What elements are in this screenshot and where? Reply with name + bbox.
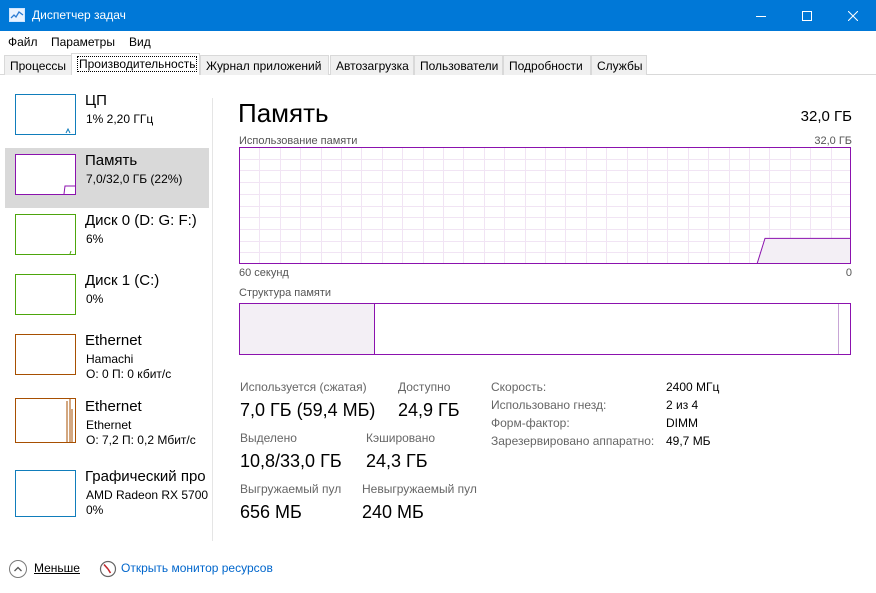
speed-value: 2400 МГц [666,380,720,394]
in-use-value: 7,0 ГБ (59,4 МБ) [240,400,376,420]
disk1-thumbnail-graph [15,274,76,315]
hardware-reserved-value: 49,7 МБ [666,434,711,448]
tab-app-history-label: Журнал приложений [206,59,322,73]
sidebar-item-name: Память [85,152,138,169]
tab-performance-label: Производительность [77,56,198,72]
committed-label: Выделено [240,431,297,445]
sidebar-item-cpu[interactable]: ЦП 1% 2,20 ГГц [5,88,209,148]
sidebar-item-gpu[interactable]: Графический про AMD Radeon RX 5700 0% [5,464,209,524]
sidebar-item-detail: Hamachi [86,352,134,366]
sidebar-item-name: Графический про [85,468,206,485]
sidebar-item-detail: AMD Radeon RX 5700 [86,488,209,502]
open-resource-monitor-link[interactable]: Открыть монитор ресурсов [121,561,273,575]
memory-composition-bar[interactable] [239,303,851,355]
sidebar-item-throughput: О: 0 П: 0 кбит/с [86,367,172,381]
chevron-up-icon [14,566,22,572]
tab-performance[interactable]: Производительность [71,53,200,75]
tab-users[interactable]: Пользователи [414,55,503,75]
minimize-icon [756,15,766,17]
slots-used-value: 2 из 4 [666,398,699,412]
memory-usage-chart [239,147,851,264]
menu-bar: Файл Параметры Вид [0,31,876,53]
close-button[interactable] [830,0,876,31]
usage-chart-max-label: 32,0 ГБ [814,135,852,147]
menu-options[interactable]: Параметры [51,35,115,49]
tab-details[interactable]: Подробности [503,55,591,75]
usage-chart-x-right-label: 0 [845,267,852,279]
window-title: Диспетчер задач [32,8,126,22]
task-manager-icon [9,8,25,22]
close-icon [848,10,858,21]
usage-chart-label: Использование памяти [239,135,358,147]
sidebar-item-detail: 7,0/32,0 ГБ (22%) [86,172,183,186]
sidebar-item-name: ЦП [85,92,107,109]
cached-label: Кэшировано [366,431,436,445]
sidebar-item-name: Диск 1 (C:) [85,272,160,289]
sidebar-item-detail: 1% 2,20 ГГц [86,112,154,126]
speed-label: Скорость: [491,380,547,394]
sidebar-item-name: Диск 0 (D: G: F:) [85,212,197,229]
page-title: Память [238,98,329,128]
available-value: 24,9 ГБ [398,400,460,420]
sidebar-item-memory[interactable]: Память 7,0/32,0 ГБ (22%) [5,148,209,208]
structure-label: Структура памяти [239,287,332,299]
form-factor-value: DIMM [666,416,698,430]
disk0-thumbnail-graph [15,214,76,255]
hardware-reserved-label: Зарезервировано аппаратно: [491,434,655,448]
sidebar-item-disk1[interactable]: Диск 1 (C:) 0% [5,268,209,328]
paged-pool-value: 656 МБ [240,502,302,522]
gpu-thumbnail-graph [15,470,76,517]
menu-view[interactable]: Вид [129,35,151,49]
committed-value: 10,8/33,0 ГБ [240,451,342,471]
tab-bar: Процессы Производительность Журнал прило… [0,53,876,75]
sidebar-item-detail: 0% [86,292,104,306]
sidebar-item-name: Ethernet [85,332,142,349]
memory-thumbnail-graph [15,154,76,195]
cached-value: 24,3 ГБ [366,451,428,471]
tab-startup[interactable]: Автозагрузка [330,55,414,75]
minimize-button[interactable] [738,0,784,31]
in-use-label: Используется (сжатая) [240,380,367,394]
menu-file[interactable]: Файл [8,35,38,49]
available-label: Доступно [398,380,451,394]
sidebar-item-throughput: О: 7,2 П: 0,2 Мбит/с [86,433,196,447]
tab-services-label: Службы [597,59,643,73]
tab-app-history[interactable]: Журнал приложений [200,55,329,75]
total-memory: 32,0 ГБ [800,108,852,125]
sidebar-item-ethernet-hamachi[interactable]: Ethernet Hamachi О: 0 П: 0 кбит/с [5,328,209,388]
resource-sidebar: ЦП 1% 2,20 ГГц Память 7,0/32,0 ГБ (22%) … [0,76,212,546]
maximize-icon [802,10,812,21]
ethernet-hamachi-thumbnail-graph [15,334,76,375]
tab-users-label: Пользователи [420,59,499,73]
memory-composition-modified[interactable] [838,304,840,354]
cpu-thumbnail-graph [15,94,76,135]
slots-used-label: Использовано гнезд: [491,398,607,412]
footer: Меньше Открыть монитор ресурсов [0,550,876,590]
sidebar-item-detail: Ethernet [86,418,132,432]
usage-chart-x-left-label: 60 секунд [239,267,289,279]
sidebar-item-ethernet[interactable]: Ethernet Ethernet О: 7,2 П: 0,2 Мбит/с [5,394,209,454]
tab-processes-label: Процессы [10,59,67,73]
fewer-details-link[interactable]: Меньше [34,561,80,575]
fewer-details-button[interactable] [9,560,27,578]
nonpaged-pool-label: Невыгружаемый пул [362,482,477,496]
tab-processes[interactable]: Процессы [4,55,72,75]
sidebar-divider [212,98,213,541]
ethernet-thumbnail-graph [15,398,76,443]
form-factor-label: Форм-фактор: [491,416,570,430]
sidebar-item-name: Ethernet [85,398,142,415]
tab-startup-label: Автозагрузка [336,59,409,73]
resource-monitor-icon [99,560,117,578]
title-bar: Диспетчер задач [0,0,876,31]
nonpaged-pool-value: 240 МБ [362,502,424,522]
sidebar-item-utilization: 0% [86,503,104,517]
paged-pool-label: Выгружаемый пул [240,482,342,496]
maximize-button[interactable] [784,0,830,31]
memory-usage-area [757,238,851,264]
sidebar-item-disk0[interactable]: Диск 0 (D: G: F:) 6% [5,208,209,268]
tab-details-label: Подробности [509,59,583,73]
sidebar-item-detail: 6% [86,232,104,246]
tab-services[interactable]: Службы [591,55,647,75]
memory-composition-in-use[interactable] [240,304,375,354]
